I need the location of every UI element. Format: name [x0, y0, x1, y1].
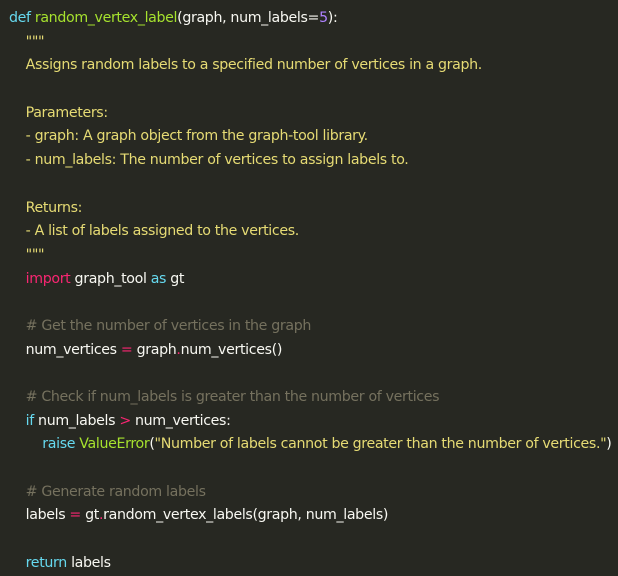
code-token-kw: if — [25, 412, 35, 429]
code-line: """ — [9, 244, 618, 268]
code-line: Parameters: — [9, 102, 618, 126]
code-token-str: - graph: A graph object from the graph-t… — [9, 128, 369, 145]
code-token-str: Parameters: — [9, 104, 109, 121]
code-line: num_vertices = graph.num_vertices() — [9, 339, 618, 363]
code-token-kw: as — [150, 270, 167, 287]
code-line: return labels — [9, 552, 618, 576]
code-token-op: = — [120, 341, 133, 358]
code-token-cm: # Check if num_labels is greater than th… — [9, 389, 440, 405]
code-token-op: = — [69, 507, 81, 524]
code-line: if num_labels > num_vertices: — [9, 410, 618, 434]
code-token-str: Assigns random labels to a specified num… — [9, 57, 483, 74]
code-token-fn: random_vertex_label — [34, 10, 178, 26]
code-line: raise ValueError("Number of labels canno… — [9, 433, 618, 457]
code-line: # Get the number of vertices in the grap… — [9, 315, 618, 339]
code-line: - graph: A graph object from the graph-t… — [9, 125, 618, 149]
code-line: def random_vertex_label(graph, num_label… — [9, 7, 618, 31]
code-token-plain: gt — [80, 507, 99, 524]
code-token-plain: ) — [606, 436, 612, 453]
code-token-str: Returns: — [9, 199, 83, 216]
code-token-plain: num_vertices: — [130, 412, 231, 429]
code-token-num: 5 — [319, 10, 328, 26]
code-token-str: - A list of labels assigned to the verti… — [9, 223, 300, 240]
code-token-plain: num_labels — [33, 412, 120, 429]
code-line: import graph_tool as gt — [9, 268, 618, 292]
code-token-kw: return — [25, 554, 68, 571]
code-line: Returns: — [9, 197, 618, 221]
code-token-plain: num_vertices() — [180, 341, 283, 358]
code-token-str: - num_labels: The number of vertices to … — [9, 152, 409, 169]
code-token-cm: # Generate random labels — [9, 483, 206, 500]
code-line: # Check if num_labels is greater than th… — [9, 386, 618, 410]
code-token-kw: def — [9, 10, 31, 26]
code-token-op: > — [119, 412, 131, 429]
code-token-op: import — [25, 270, 71, 287]
code-token-plain: graph — [132, 341, 177, 358]
code-token-str: "Number of labels cannot be greater than… — [154, 436, 607, 453]
code-token-plain: graph_tool — [70, 270, 151, 287]
code-editor[interactable]: def random_vertex_label(graph, num_label… — [0, 0, 618, 571]
code-token-plain: ): — [327, 10, 338, 26]
code-line: """ — [9, 31, 618, 55]
code-token-plain: random_vertex_labels(graph, num_labels) — [103, 507, 389, 524]
code-token-plain: labels — [66, 554, 111, 571]
code-token-cm: # Get the number of vertices in the grap… — [9, 317, 312, 334]
code-token-cls: ValueError — [79, 436, 150, 453]
code-token-kw: raise — [42, 436, 76, 453]
code-line: # Generate random labels — [9, 481, 618, 505]
code-token-plain: gt — [166, 270, 185, 287]
code-line: labels = gt.random_vertex_labels(graph, … — [9, 504, 618, 528]
code-line: - num_labels: The number of vertices to … — [9, 149, 618, 173]
code-line: - A list of labels assigned to the verti… — [9, 220, 618, 244]
code-token-str: """ — [9, 246, 45, 263]
code-token-plain: labels — [9, 507, 70, 524]
code-token-plain: num_vertices — [9, 341, 121, 358]
code-token-plain: (graph, num_labels= — [177, 10, 320, 26]
code-token-str: """ — [9, 33, 45, 50]
code-line: Assigns random labels to a specified num… — [9, 54, 618, 78]
